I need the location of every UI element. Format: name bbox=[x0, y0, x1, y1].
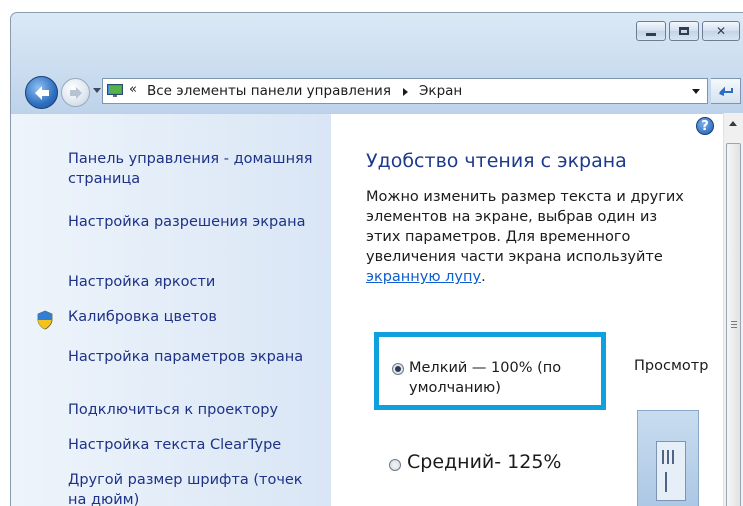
preview-thumbnail bbox=[637, 410, 699, 506]
monitor-icon bbox=[107, 84, 123, 97]
refresh-button[interactable] bbox=[711, 78, 741, 104]
sidebar-item-connect-projector[interactable]: Подключиться к проектору bbox=[68, 400, 318, 420]
page-title: Удобство чтения с экрана bbox=[366, 150, 627, 172]
recent-pages-dropdown[interactable] bbox=[93, 88, 101, 93]
minimize-button[interactable] bbox=[636, 21, 666, 41]
caption-buttons: ✕ bbox=[636, 21, 740, 41]
breadcrumb-all-control-panel-items[interactable]: Все элементы панели управления bbox=[147, 83, 391, 99]
sidebar-item-custom-dpi[interactable]: Другой размер шрифта (точек на дюйм) bbox=[68, 470, 318, 506]
option-small-label[interactable]: Мелкий — 100% (по умолчанию) bbox=[409, 358, 584, 398]
address-dropdown-arrow[interactable] bbox=[692, 89, 700, 94]
radio-medium-125[interactable] bbox=[389, 459, 401, 471]
sidebar-item-cleartype[interactable]: Настройка текста ClearType bbox=[68, 435, 318, 455]
forward-button[interactable] bbox=[61, 78, 90, 107]
sidebar-item-brightness[interactable]: Настройка яркости bbox=[68, 272, 318, 292]
shield-icon bbox=[37, 310, 53, 330]
back-button[interactable] bbox=[25, 76, 58, 109]
preview-label: Просмотр bbox=[634, 358, 709, 374]
forward-arrow-icon bbox=[69, 86, 82, 99]
control-panel-window: ✕ « Все элементы панели управления Экран bbox=[10, 12, 743, 506]
help-icon[interactable]: ? bbox=[696, 117, 714, 135]
address-bar[interactable]: « Все элементы панели управления Экран bbox=[102, 78, 708, 104]
page-description: Можно изменить размер текста и других эл… bbox=[366, 187, 696, 287]
maximize-button[interactable] bbox=[669, 21, 699, 41]
breadcrumb-display[interactable]: Экран bbox=[419, 83, 462, 99]
vertical-scrollbar[interactable] bbox=[723, 113, 743, 506]
refresh-icon bbox=[718, 86, 733, 96]
back-arrow-icon bbox=[34, 85, 49, 100]
maximize-icon bbox=[670, 22, 698, 40]
option-medium-label[interactable]: Средний- 125% bbox=[407, 451, 562, 473]
main-pane: ? Удобство чтения с экрана Можно изменит… bbox=[331, 113, 724, 506]
sidebar-item-control-panel-home[interactable]: Панель управления - домашняя страница bbox=[68, 149, 318, 189]
scroll-up-arrow[interactable] bbox=[729, 121, 737, 126]
breadcrumb-overflow-chevron[interactable]: « bbox=[129, 82, 137, 97]
sidebar-item-display-settings[interactable]: Настройка параметров экрана bbox=[68, 347, 318, 367]
close-button[interactable]: ✕ bbox=[702, 21, 740, 41]
minimize-icon bbox=[637, 22, 665, 40]
radio-small-100[interactable] bbox=[392, 363, 404, 375]
breadcrumb-separator-arrow[interactable] bbox=[403, 88, 408, 96]
content-area: Панель управления - домашняя страница На… bbox=[11, 113, 743, 506]
description-text: Можно изменить размер текста и других эл… bbox=[366, 189, 684, 265]
sidebar-item-calibrate-color[interactable]: Калибровка цветов bbox=[68, 307, 318, 327]
sidebar: Панель управления - домашняя страница На… bbox=[11, 113, 331, 506]
description-end: . bbox=[481, 269, 486, 285]
close-icon: ✕ bbox=[715, 24, 727, 38]
sidebar-item-screen-resolution[interactable]: Настройка разрешения экрана bbox=[68, 212, 318, 232]
navigation-bar: « Все элементы панели управления Экран bbox=[11, 72, 743, 112]
scroll-thumb[interactable] bbox=[726, 143, 741, 506]
magnifier-link[interactable]: экранную лупу bbox=[366, 269, 481, 285]
